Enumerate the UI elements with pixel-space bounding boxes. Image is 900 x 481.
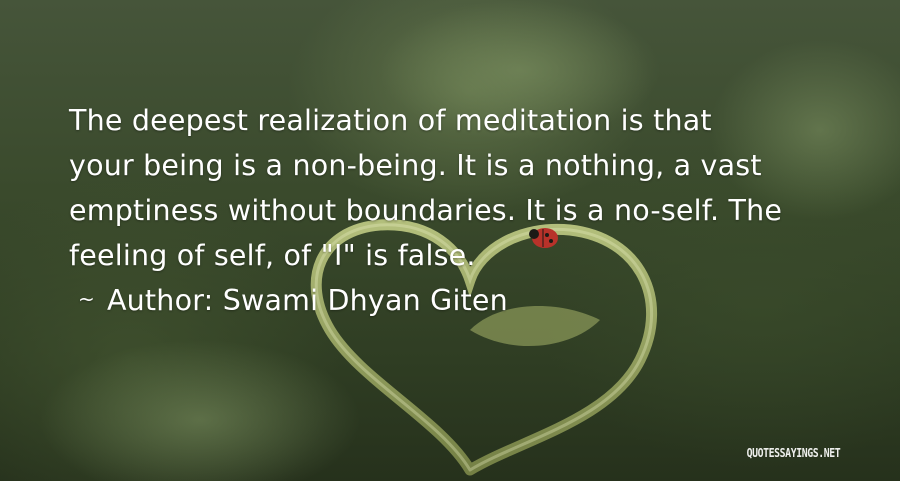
author-attribution: ~ Author: Swami Dhyan Giten: [69, 278, 829, 326]
site-watermark: QUOTESSAYINGS.NET: [746, 446, 840, 460]
quote-line-3: emptiness without boundaries. It is a no…: [69, 194, 783, 227]
bokeh-blob: [40, 340, 360, 481]
quote-line-1: The deepest realization of meditation is…: [69, 104, 712, 137]
author-label: Author:: [106, 284, 214, 317]
quote-text-block: The deepest realization of meditation is…: [69, 98, 829, 326]
author-name: Swami Dhyan Giten: [222, 284, 508, 317]
tilde-symbol: ~: [78, 287, 95, 311]
quote-line-4: feeling of self, of "I" is false.: [69, 239, 476, 272]
quote-card: The deepest realization of meditation is…: [0, 0, 900, 481]
quote-line-2: your being is a non-being. It is a nothi…: [69, 149, 762, 182]
